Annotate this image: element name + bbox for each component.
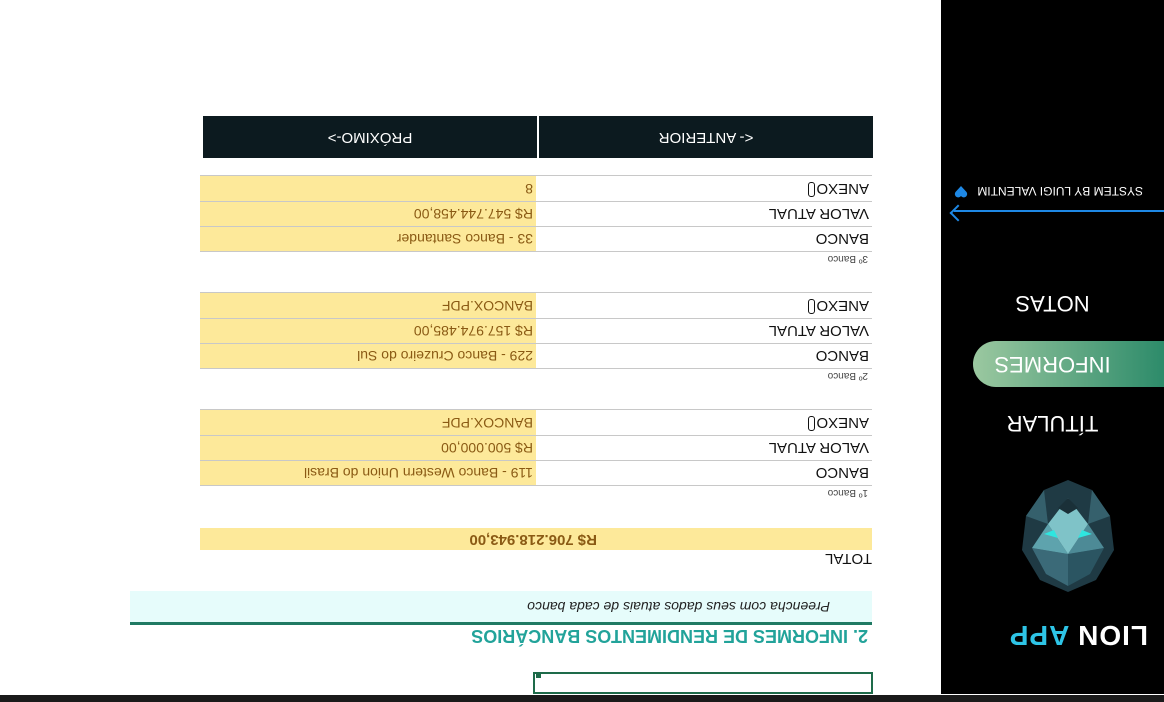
next-button[interactable]: PRÓXIMO-> [203,116,537,158]
total-value-field: R$ 706.218.943,00 [200,528,872,550]
attach-label: ANEXO [816,180,869,197]
paperclip-icon [808,182,816,197]
heart-icon [954,186,968,198]
taskbar [0,695,1164,702]
attach-file-field[interactable]: BANCOX.PDF [200,410,536,435]
bank-label: BANCO [815,347,869,364]
attach-label-cell: ANEXO [536,176,872,201]
logo-word-app: APP [1008,620,1070,651]
resize-handle[interactable] [536,673,541,678]
bank-row-2-bank: BANCO 229 - Banco Cruzeiro do Sul [200,343,872,369]
total-label: TOTAL [825,550,872,567]
lion-logo-icon [1022,480,1114,592]
bank-row-1-attach: ANEXO BANCOX.PDF [200,409,872,436]
section-title: 2. INFORMES DE RENDIMENTOS BANCÁRIOS [471,626,868,646]
sidebar-item-label: INFORMES [994,352,1111,377]
attach-label-cell: ANEXO [536,410,872,435]
sidebar-item-notas[interactable]: NOTAS [941,280,1164,326]
attach-label: ANEXO [816,414,869,431]
bank-row-2-attach: ANEXO BANCOX.PDF [200,292,872,319]
bank-label: BANCO [815,464,869,481]
bank-caption-3: 3º Banco [827,253,868,264]
value-input[interactable]: R$ 500.000,00 [200,435,536,460]
value-label: VALOR ATUAL [768,205,869,222]
bank-row-2-value: VALOR ATUAL R$ 157.974.485,00 [200,318,872,344]
sidebar-item-informes[interactable]: INFORMES [973,341,1164,387]
bank-select[interactable]: 33 - Banco Santander [200,226,536,251]
bank-row-3-bank: BANCO 33 - Banco Santander [200,226,872,252]
previous-button[interactable]: <- ANTERIOR [539,116,873,158]
bank-select[interactable]: 119 - Banco Western Union do Brasil [200,460,536,485]
bank-row-1-bank: BANCO 119 - Banco Western Union do Brasi… [200,460,872,486]
sidebar-item-label: NOTAS [1015,291,1090,316]
attach-label-cell: ANEXO [536,293,872,318]
bank-caption-2: 2º Banco [827,370,868,381]
logo-word-lion: LION [1077,620,1148,651]
total-value: R$ 706.218.943,00 [469,531,597,548]
bank-row-1-value: VALOR ATUAL R$ 500.000,00 [200,435,872,461]
bank-caption-1: 1º Banco [827,487,868,498]
previous-field-input[interactable] [533,672,873,694]
bank-label: BANCO [815,230,869,247]
credit-label: SYSTEM BY LUIGI VALENTIM [977,184,1143,198]
sidebar-item-label: TÍTULAR [1006,411,1099,436]
section-divider [130,622,872,625]
value-input[interactable]: R$ 547.744.458,00 [200,201,536,226]
value-label: VALOR ATUAL [768,322,869,339]
attach-file-field[interactable]: 8 [200,176,536,201]
sidebar: LION APP TÍTULAR INFORMES NOTAS SYSTEM B… [941,0,1164,694]
hint-text: Preencha com seus dados atuais de cada b… [527,599,830,615]
paperclip-icon [808,299,816,314]
value-input[interactable]: R$ 157.974.485,00 [200,318,536,343]
attach-label: ANEXO [816,297,869,314]
app-logo-text: LION APP [948,619,1148,651]
sidebar-item-titular[interactable]: TÍTULAR [941,400,1164,446]
paperclip-icon [808,416,816,431]
app-canvas: LION APP TÍTULAR INFORMES NOTAS SYSTEM B… [0,0,1164,702]
credit-text: SYSTEM BY LUIGI VALENTIM [954,184,1164,199]
attach-file-field[interactable]: BANCOX.PDF [200,293,536,318]
value-label: VALOR ATUAL [768,439,869,456]
bank-row-3-attach: ANEXO 8 [200,175,872,202]
bank-row-3-value: VALOR ATUAL R$ 547.744.458,00 [200,201,872,227]
arrow-right-icon [949,204,967,222]
credit-divider [954,210,1164,212]
bank-select[interactable]: 229 - Banco Cruzeiro do Sul [200,343,536,368]
